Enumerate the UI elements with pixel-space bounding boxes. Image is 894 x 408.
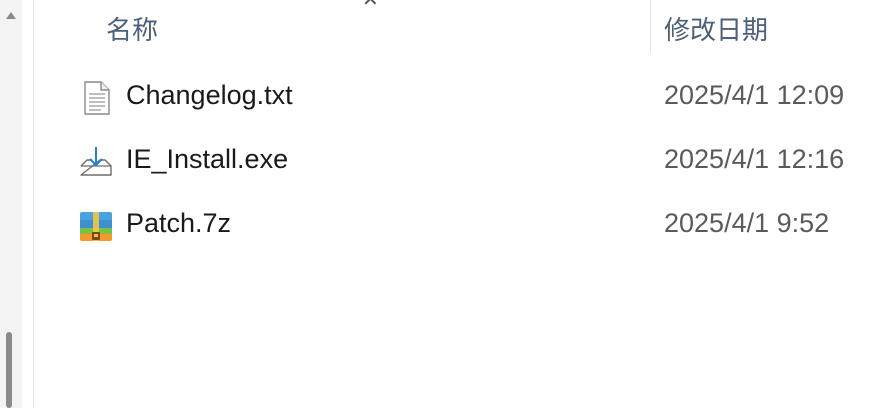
file-name: Patch.7z	[126, 208, 232, 238]
navigation-scrollbar[interactable]	[0, 0, 22, 408]
file-name: IE_Install.exe	[126, 144, 289, 174]
file-date-modified: 2025/4/1 12:09	[664, 80, 845, 110]
archive-icon	[78, 208, 114, 244]
file-date-modified: 2025/4/1 12:16	[664, 144, 845, 174]
file-row[interactable]: IE_Install.exe 2025/4/1 12:16	[34, 132, 894, 190]
installer-icon	[78, 144, 114, 180]
scroll-thumb[interactable]	[6, 332, 12, 408]
close-icon[interactable]: ✕	[362, 0, 379, 10]
file-row[interactable]: Changelog.txt 2025/4/1 12:09	[34, 68, 894, 126]
scroll-up-arrow-icon[interactable]	[6, 12, 16, 19]
text-file-icon	[78, 80, 114, 116]
column-resize-handle[interactable]	[650, 0, 651, 54]
column-header: ✕ 名称 修改日期	[34, 0, 894, 54]
file-row[interactable]: Patch.7z 2025/4/1 9:52	[34, 196, 894, 254]
file-date-modified: 2025/4/1 9:52	[664, 208, 830, 238]
column-header-date-modified[interactable]: 修改日期	[664, 10, 768, 47]
column-header-name[interactable]: 名称	[106, 10, 158, 47]
file-explorer-view: ✕ 名称 修改日期 Changelog.txt 2025/4/1 12:09 I…	[0, 0, 894, 408]
file-name: Changelog.txt	[126, 80, 293, 110]
